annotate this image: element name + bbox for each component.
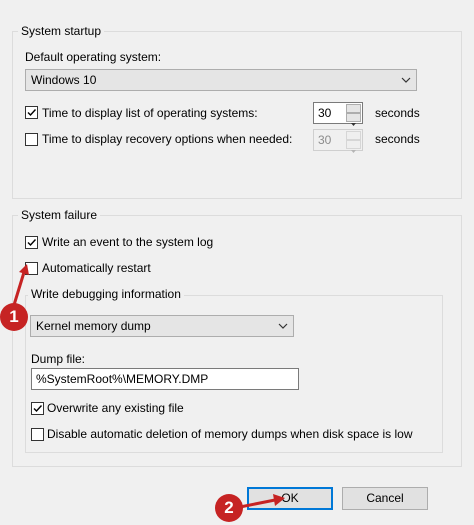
time-display-os-checkbox[interactable] [25,106,38,119]
checkmark-icon [27,239,37,247]
arrow-down-icon [351,150,356,153]
chevron-down-icon [401,70,411,90]
spin-up-button[interactable] [346,131,361,144]
spin-up-button[interactable] [346,104,361,117]
auto-restart-label: Automatically restart [42,261,151,275]
checkmark-icon [27,109,37,117]
system-failure-legend: System failure [18,208,101,222]
arrow-down-icon [351,123,356,126]
time-recovery-label: Time to display recovery options when ne… [42,132,293,146]
disable-auto-delete-checkbox[interactable] [31,428,44,441]
time-display-os-label: Time to display list of operating system… [42,106,258,120]
disable-auto-delete-label: Disable automatic deletion of memory dum… [47,427,413,441]
checkmark-icon [33,405,43,413]
debug-info-legend: Write debugging information [28,287,184,301]
default-os-label: Default operating system: [25,50,162,64]
cancel-button[interactable]: Cancel [342,487,428,510]
default-os-value: Windows 10 [31,73,97,87]
dump-file-input[interactable] [31,368,299,390]
time-recovery-spinner[interactable]: 30 [313,129,363,153]
write-event-checkbox[interactable] [25,236,38,249]
annotation-arrow-2 [239,494,285,509]
annotation-marker-2: 2 [215,494,243,522]
time-display-os-unit: seconds [375,106,420,120]
annotation-marker-1: 1 [0,303,28,331]
time-display-os-spinner[interactable]: 30 [313,102,363,126]
time-recovery-unit: seconds [375,132,420,146]
chevron-down-icon [278,316,288,336]
time-recovery-checkbox[interactable] [25,133,38,146]
dump-type-value: Kernel memory dump [36,319,151,333]
overwrite-checkbox[interactable] [31,402,44,415]
system-startup-legend: System startup [18,24,105,38]
spin-down-button[interactable] [346,140,361,153]
overwrite-label: Overwrite any existing file [47,401,184,415]
default-os-dropdown[interactable]: Windows 10 [25,69,417,91]
time-recovery-value: 30 [318,133,332,147]
dump-type-dropdown[interactable]: Kernel memory dump [30,315,294,337]
dump-file-label: Dump file: [31,352,86,366]
time-display-os-value: 30 [318,106,332,120]
spin-down-button[interactable] [346,113,361,126]
write-event-label: Write an event to the system log [42,235,214,249]
